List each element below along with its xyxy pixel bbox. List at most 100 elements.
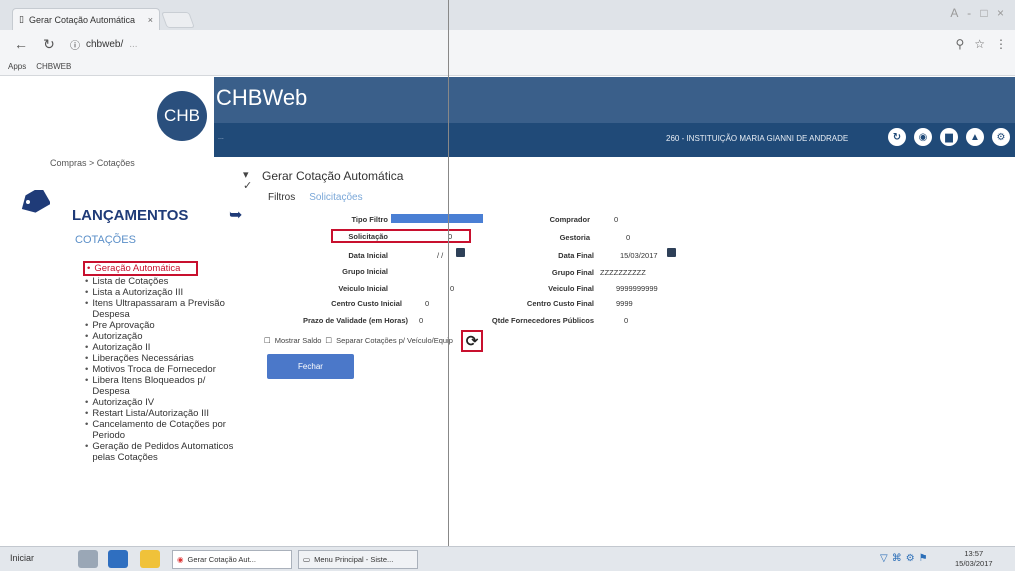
veiculo-inicial-input[interactable]: 0 [450, 284, 454, 293]
veiculo-final-label: Veiculo Final [548, 284, 594, 293]
calendar-icon[interactable] [456, 248, 465, 257]
mostrar-saldo-label: Mostrar Saldo [274, 336, 322, 345]
system-tray[interactable]: ▽⌘⚙⚑ [880, 553, 932, 564]
grupo-final-input[interactable]: ZZZZZZZZZZ [600, 268, 646, 277]
menu-item[interactable]: • Restart Lista/Autorização III [85, 408, 245, 419]
browser-tab[interactable]: ▯ Gerar Cotação Automática × [12, 8, 160, 30]
factory-icon[interactable]: ▲ [966, 128, 984, 146]
new-tab-button[interactable] [161, 12, 195, 28]
data-final-input[interactable]: 15/03/2017 [620, 251, 658, 260]
settings-icon[interactable]: ⚙ [992, 128, 1010, 146]
mostrar-saldo-checkbox[interactable]: ☐ [264, 336, 271, 345]
start-button[interactable]: Iniciar [10, 553, 34, 563]
menu-item[interactable]: • Itens Ultrapassaram a Previsão Despesa [85, 298, 245, 320]
clock-date: 15/03/2017 [955, 559, 993, 568]
breadcrumb[interactable]: Compras > Cotações [50, 158, 135, 168]
app-logo[interactable]: CHB [157, 91, 207, 141]
qtde-fornecedores-input[interactable]: 0 [624, 316, 628, 325]
reload-icon[interactable]: ↻ [42, 36, 56, 53]
veiculo-inicial-label: Veiculo Inicial [338, 284, 388, 293]
centro-custo-final-input[interactable]: 9999 [616, 299, 633, 308]
menu-item[interactable]: • Autorização II [85, 342, 245, 353]
qtde-fornecedores-label: Qtde Fornecedores Públicos [491, 316, 594, 325]
sidebar-subtitle[interactable]: COTAÇÕES [75, 234, 136, 246]
tipo-filtro-label: Tipo Filtro [351, 215, 388, 224]
menu-item[interactable]: • Cancelamento de Cotações por Periodo [85, 419, 245, 441]
chrome-icon: ◉ [177, 555, 184, 564]
separar-cotacoes-checkbox[interactable]: ☐ [325, 336, 332, 345]
data-inicial-label: Data Inicial [348, 251, 388, 260]
url-blurred-text: ... [129, 38, 138, 50]
menu-item[interactable]: • Lista a Autorização III [85, 287, 245, 298]
separar-cotacoes-label: Separar Cotações p/ Veículo/Equip [336, 336, 453, 345]
header-info-text: ... [218, 134, 224, 141]
menu-item[interactable]: • Motivos Troca de Fornecedor [85, 364, 245, 375]
truck-icon[interactable]: ▆ [940, 128, 958, 146]
data-final-label: Data Final [558, 251, 594, 260]
refresh-icon[interactable]: ↻ [888, 128, 906, 146]
form-tabs: Filtros Solicitações [268, 192, 363, 203]
options-row: ☐ Mostrar Saldo ☐ Separar Cotações p/ Ve… [264, 336, 453, 345]
sidebar-menu: • Geração Automática • Lista de Cotações •… [83, 261, 245, 463]
page-icon: ▯ [19, 14, 24, 24]
tab-close-icon[interactable]: × [148, 15, 153, 25]
bookmark-chbweb[interactable]: CHBWEB [36, 62, 71, 71]
star-icon[interactable]: ☆ [974, 37, 985, 51]
grupo-inicial-label: Grupo Inicial [342, 267, 388, 276]
solicitacao-label: Solicitação [348, 232, 388, 241]
network-app-icon[interactable] [78, 550, 98, 568]
centro-custo-inicial-input[interactable]: 0 [425, 299, 429, 308]
clock-time: 13:57 [964, 549, 984, 558]
window-controls[interactable]: A - □ × [950, 6, 1007, 20]
bookmarks-bar: Apps CHBWEB [0, 58, 1015, 76]
menu-item[interactable]: • Liberações Necessárias [85, 353, 245, 364]
menu-item[interactable]: • Geração de Pedidos Automaticos pelas Co… [85, 441, 245, 463]
address-bar: ← ↻ ⓘ chbweb/ ... ⚲ ☆ ⋮ [0, 30, 1015, 58]
calendar-icon[interactable] [667, 248, 676, 257]
back-arrow-icon[interactable]: ← [14, 36, 28, 52]
sidebar-title: LANÇAMENTOS [72, 207, 189, 224]
tab-solicitacoes[interactable]: Solicitações [309, 192, 362, 203]
menu-item[interactable]: • Lista de Cotações [85, 276, 245, 287]
menu-item[interactable]: • Pre Aprovação [85, 320, 245, 331]
taskbar-chrome-window[interactable]: ◉ Gerar Cotação Aut... [172, 550, 292, 569]
refresh-icon[interactable]: ⟳ [461, 330, 483, 352]
tipo-filtro-select[interactable] [391, 214, 483, 223]
back-reply-icon[interactable]: ➥ [229, 205, 242, 225]
page-title: Gerar Cotação Automática [262, 169, 404, 183]
divider-line [448, 0, 449, 571]
gestoria-input[interactable]: 0 [626, 233, 630, 242]
taskbar-clock[interactable]: 13:57 15/03/2017 [955, 549, 993, 569]
taskbar: Iniciar ◉ Gerar Cotação Aut... ▭ Menu Pr… [0, 546, 1015, 571]
menu-dots-icon[interactable]: ⋮ [995, 37, 1007, 51]
info-icon: ⓘ [70, 40, 80, 52]
prazo-validade-input[interactable]: 0 [419, 316, 423, 325]
grupo-final-label: Grupo Final [551, 268, 594, 277]
dropdown-check-icon[interactable]: ▾ ✓ [243, 170, 252, 192]
window-icon: ▭ [303, 555, 311, 564]
user-icon[interactable]: ◉ [914, 128, 932, 146]
taskbar-menu-window[interactable]: ▭ Menu Principal - Siste... [298, 550, 418, 569]
folder-icon[interactable] [140, 550, 160, 568]
centro-custo-final-label: Centro Custo Final [526, 299, 594, 308]
fechar-button[interactable]: Fechar [267, 354, 354, 379]
app-title: CHBWeb [216, 85, 308, 110]
menu-item[interactable]: • Libera Itens Bloqueados p/ Despesa [85, 375, 245, 397]
bookmark-apps[interactable]: Apps [8, 62, 26, 71]
menu-item[interactable]: • Autorização IV [85, 397, 245, 408]
menu-item-geracao-automatica[interactable]: • Geração Automática [83, 261, 198, 276]
outlook-icon[interactable] [108, 550, 128, 568]
veiculo-final-input[interactable]: 9999999999 [616, 284, 658, 293]
zoom-icon[interactable]: ⚲ [955, 37, 964, 51]
data-inicial-input[interactable]: / / [437, 251, 443, 260]
browser-tab-bar: ▯ Gerar Cotação Automática × A - □ × [0, 0, 1015, 30]
institution-name: 260 - INSTITUIÇÃO MARIA GIANNI DE ANDRAD… [666, 134, 849, 143]
menu-item[interactable]: • Autorização [85, 331, 245, 342]
tab-filtros[interactable]: Filtros [268, 192, 295, 203]
url-text: chbweb/ [86, 38, 124, 50]
prazo-validade-label: Prazo de Validade (em Horas) [302, 316, 408, 325]
url-field[interactable]: ⓘ chbweb/ ... [70, 37, 138, 52]
browser-tab-title: Gerar Cotação Automática [28, 14, 136, 25]
app-header: CHB CHBWeb ... 260 - INSTITUIÇÃO MARIA G… [0, 77, 1015, 157]
comprador-input[interactable]: 0 [614, 215, 618, 224]
